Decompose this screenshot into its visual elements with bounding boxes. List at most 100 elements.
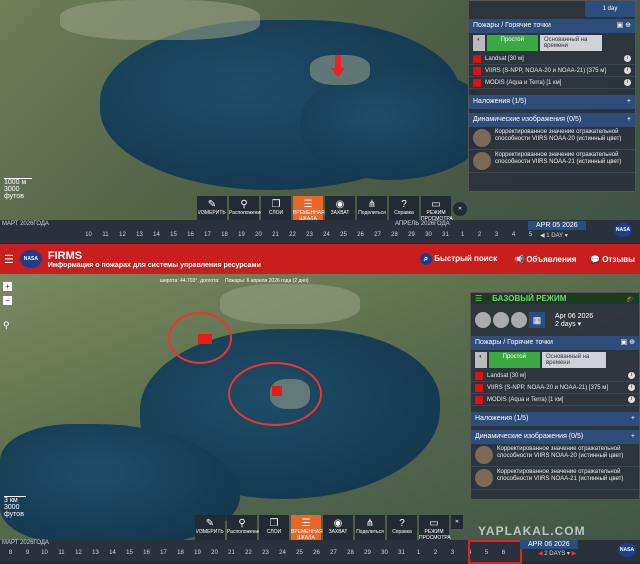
info-icon[interactable]: i: [624, 67, 631, 74]
layers-button[interactable]: ❐ СЛОИ: [261, 196, 291, 222]
info-icon[interactable]: i: [628, 384, 635, 391]
timeline-tick[interactable]: 2: [427, 550, 444, 556]
timeline-tick[interactable]: 17: [199, 232, 216, 238]
add-icon[interactable]: +: [631, 432, 635, 442]
timeline-tick[interactable]: 28: [342, 550, 359, 556]
timeline-tick[interactable]: 21: [223, 550, 240, 556]
timeline-tick[interactable]: 16: [138, 550, 155, 556]
toggle-time[interactable]: Основанный на времени: [539, 35, 602, 51]
timeline-tick[interactable]: 9: [19, 550, 36, 556]
fires-header-bottom[interactable]: Пожары / Горячие точки ▣ ⊕: [471, 336, 639, 350]
location-button[interactable]: ⚲ Расположение: [227, 515, 261, 541]
timeline-tick[interactable]: 4: [505, 232, 522, 238]
timeline-tick[interactable]: 10: [80, 232, 97, 238]
measure-button[interactable]: ✎ ИЗМЕРИТЬ: [195, 515, 225, 541]
interval-selector[interactable]: ◀ 1 DAY ▾: [540, 232, 568, 239]
info-icon[interactable]: i: [624, 55, 631, 62]
menu-icon[interactable]: ☰: [475, 294, 482, 303]
timeline-tick[interactable]: 11: [97, 232, 114, 238]
info-icon[interactable]: i: [624, 79, 631, 86]
dynamic-header-top[interactable]: Динамические изображения (0/5) +: [469, 113, 635, 127]
timeline-tick[interactable]: 11: [53, 550, 70, 556]
timeline-tick[interactable]: 14: [104, 550, 121, 556]
dynamic-header-bottom[interactable]: Динамические изображения (0/5) +: [471, 430, 639, 444]
info-icon[interactable]: i: [628, 396, 635, 403]
feedback-link[interactable]: 💬 Отзывы: [590, 255, 635, 264]
toggle-simple[interactable]: Простой: [486, 35, 538, 51]
capture-button[interactable]: ◉ ЗАХВАТ: [325, 196, 355, 222]
zoom-out-button[interactable]: −: [3, 296, 12, 305]
source-modis[interactable]: MODIS (Aqua и Terra) [1 км] i: [471, 394, 639, 406]
source-landsat[interactable]: Landsat [30 м] i: [469, 53, 635, 65]
timeline-tick[interactable]: 19: [233, 232, 250, 238]
mode-toggle-top[interactable]: ◐ Простой Основанный на времени: [469, 33, 635, 53]
share-button[interactable]: ⋔ Поделиться: [357, 196, 387, 222]
timeline-tick[interactable]: 22: [284, 232, 301, 238]
expand-icon[interactable]: ▣ ⊕: [621, 338, 635, 348]
timeline-tick[interactable]: 20: [250, 232, 267, 238]
timeline-tick[interactable]: 12: [114, 232, 131, 238]
zoom-in-button[interactable]: +: [3, 282, 12, 291]
timeline-top[interactable]: МАРТ 2026ГОДА АПРЕЛЬ 2026ГОДА 10 11 12 13 14…: [0, 220, 640, 243]
timeline-tick[interactable]: 13: [87, 550, 104, 556]
source-modis[interactable]: MODIS (Aqua и Terra) [1 км] i: [469, 77, 635, 89]
date-pill-bottom[interactable]: APR 06 2026: [520, 540, 578, 549]
timeline-tick[interactable]: 10: [36, 550, 53, 556]
timeline-tick[interactable]: 5: [522, 232, 539, 238]
timeline-tick[interactable]: 12: [70, 550, 87, 556]
add-icon[interactable]: +: [627, 115, 631, 125]
timeline-tick[interactable]: 13: [131, 232, 148, 238]
timeline-tick[interactable]: 3: [444, 550, 461, 556]
timeline-tick[interactable]: 23: [301, 232, 318, 238]
timeline-tick[interactable]: 23: [257, 550, 274, 556]
timeline-tick[interactable]: 25: [335, 232, 352, 238]
timeline-button[interactable]: ☰ ВРЕМЕННАЯ ШКАЛА: [293, 196, 325, 222]
timeline-tick[interactable]: 29: [359, 550, 376, 556]
add-icon[interactable]: +: [627, 97, 631, 107]
dynamic-item[interactable]: Корректированное значение отражательной …: [469, 150, 635, 173]
timeline-tick[interactable]: 16: [182, 232, 199, 238]
timeline-tick[interactable]: 18: [216, 232, 233, 238]
timeline-tick[interactable]: 22: [240, 550, 257, 556]
timeline-tick[interactable]: 26: [352, 232, 369, 238]
dynamic-item[interactable]: Корректированное значение отражательной …: [469, 127, 635, 150]
timeline-tick[interactable]: 25: [291, 550, 308, 556]
expand-icon[interactable]: ▣ ⊕: [617, 21, 631, 31]
capture-button[interactable]: ◉ ЗАХВАТ: [323, 515, 353, 541]
quick-search-button[interactable]: ⌕ Быстрый поиск: [420, 253, 497, 265]
locate-icon[interactable]: ⚲: [3, 320, 10, 331]
mode-header[interactable]: ☰ БАЗОВЫЙ РЕЖИМ 🎓: [471, 293, 639, 304]
overlays-header-bottom[interactable]: Наложения (1/5) +: [471, 412, 639, 426]
fires-header-top[interactable]: Пожары / Горячие точки ▣ ⊕: [469, 19, 635, 33]
timeline-tick[interactable]: 14: [148, 232, 165, 238]
date-selector-top[interactable]: 1 day: [585, 1, 635, 17]
timeline-tick[interactable]: 30: [376, 550, 393, 556]
rewind-button[interactable]: [475, 312, 491, 328]
source-viirs[interactable]: VIIRS (S-NPP, NOAA-20 и NOAA-21) [375 м]…: [471, 382, 639, 394]
toggle-time[interactable]: Основанный на времени: [541, 352, 606, 368]
timeline-tick[interactable]: 21: [267, 232, 284, 238]
close-toolbar-button[interactable]: ✕: [453, 202, 467, 216]
dynamic-item[interactable]: Корректированное значение отражательной …: [471, 444, 639, 467]
view-mode-button[interactable]: ▭ РЕЖИМ ПРОСМОТРА: [419, 515, 451, 541]
info-icon[interactable]: i: [628, 372, 635, 379]
help-button[interactable]: ? Справка: [389, 196, 419, 222]
interval-selector[interactable]: ◀ 2 DAYS ▾ ▶: [538, 550, 576, 557]
timeline-tick[interactable]: 26: [308, 550, 325, 556]
checkbox-icon[interactable]: ◐: [475, 352, 487, 368]
share-button[interactable]: ⋔ Поделиться: [355, 515, 385, 541]
timeline-tick[interactable]: 1: [454, 232, 471, 238]
close-toolbar-button[interactable]: ✕: [451, 515, 463, 529]
timeline-tick[interactable]: 19: [189, 550, 206, 556]
view-mode-button[interactable]: ▭ РЕЖИМ ПРОСМОТРА: [421, 196, 453, 222]
timeline-tick[interactable]: 31: [393, 550, 410, 556]
timeline-tick[interactable]: 24: [274, 550, 291, 556]
dynamic-item[interactable]: Корректированное значение отражательной …: [471, 467, 639, 490]
back-button[interactable]: [493, 312, 509, 328]
mode-toggle-bottom[interactable]: ◐ Простой Основанный на времени: [471, 350, 639, 370]
timeline-tick[interactable]: 2: [471, 232, 488, 238]
timeline-tick[interactable]: 29: [403, 232, 420, 238]
help-button[interactable]: ? Справка: [387, 515, 417, 541]
timeline-tick[interactable]: 31: [437, 232, 454, 238]
timeline-tick[interactable]: 30: [420, 232, 437, 238]
